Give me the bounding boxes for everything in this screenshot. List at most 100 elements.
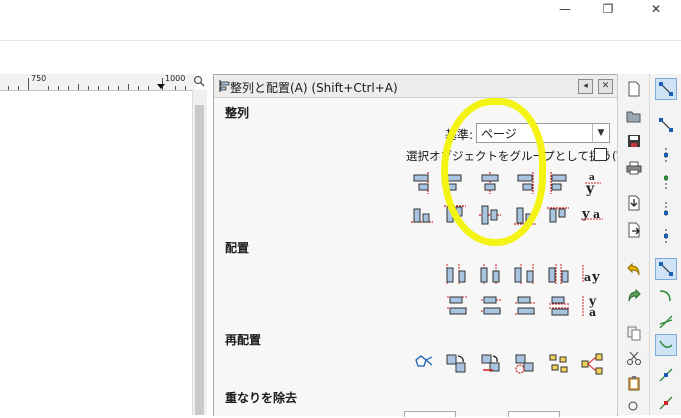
distribute-baselines-horizontal-button[interactable]: ay (579, 261, 605, 287)
overlap-gap-field-edge-2[interactable] (508, 411, 560, 417)
copy-button[interactable] (623, 322, 645, 344)
dialog-close-button[interactable]: ✕ (598, 79, 613, 94)
snap-nodes-icon (659, 262, 673, 276)
snap-bbox-edges-button[interactable] (655, 144, 677, 166)
svg-text:a: a (593, 208, 600, 221)
distribute-centers-vertical-button[interactable] (478, 293, 504, 319)
align-left-edge-to-right-button[interactable] (545, 170, 571, 196)
import-button[interactable] (623, 192, 645, 214)
chevron-down-icon: ▼ (592, 124, 609, 142)
zoom-icon[interactable] (192, 74, 206, 88)
section-remove-overlap: 重なりを除去 (225, 391, 298, 405)
redo-button[interactable] (623, 284, 645, 306)
align-right-edges-button[interactable] (512, 170, 538, 196)
align-top-edges-button[interactable] (442, 202, 468, 228)
ruler-position-marker (157, 84, 165, 89)
cut-button[interactable] (623, 347, 645, 369)
distribute-gaps-horizontal-button[interactable] (546, 261, 572, 287)
open-button[interactable] (623, 105, 645, 127)
align-left-edges-button[interactable] (442, 170, 468, 196)
paste-button[interactable] (623, 372, 645, 394)
snap-intersections-button[interactable] (655, 311, 677, 333)
snap-intersection-icon (659, 315, 673, 329)
distribute-top-edges-button[interactable] (444, 293, 470, 319)
snap-bbox-centers-button[interactable] (655, 225, 677, 247)
new-document-button[interactable] (623, 78, 645, 100)
treat-as-group-checkbox[interactable] (594, 148, 607, 161)
drawing-canvas[interactable] (0, 74, 190, 415)
align-right-edge-to-left-button[interactable] (409, 170, 435, 196)
arrow-left-icon: ◂ (583, 81, 588, 91)
exchange-clockwise-icon (515, 354, 534, 374)
center-vertical-icon (479, 205, 501, 225)
align-bottom-edges-button[interactable] (512, 202, 538, 228)
section-distribute: 配置 (225, 241, 250, 255)
center-horizontal-axis-button[interactable] (477, 202, 503, 228)
snap-centers-icon (664, 229, 668, 243)
folder-open-icon (626, 111, 641, 123)
distribute-gaps-vertical-button[interactable] (546, 293, 572, 319)
exchange-z-order-button[interactable] (478, 351, 504, 377)
relative-to-label: 基準: (445, 128, 474, 142)
redo-icon (628, 288, 641, 302)
align-top-to-bottom-icon (547, 207, 569, 223)
randomize-positions-button[interactable] (546, 351, 572, 377)
copy-icon (627, 326, 641, 341)
minimize-button[interactable]: — (545, 0, 585, 18)
distribute-baselines-vertical-button[interactable]: ya (579, 293, 605, 319)
snap-paths-button[interactable] (655, 284, 677, 306)
dialog-header: 整列と配置(A) (Shift+Ctrl+A) ◂ ✕ (214, 75, 617, 98)
restore-icon: ❐ (602, 2, 614, 16)
relative-to-select[interactable]: ページ ▼ (476, 123, 610, 143)
distribute-top-icon (447, 296, 467, 315)
distribute-left-edges-button[interactable] (444, 261, 470, 287)
snap-bbox-midpoints-button[interactable] (655, 198, 677, 220)
print-button[interactable] (623, 157, 645, 179)
distribute-right-edges-button[interactable] (512, 261, 538, 287)
graph-layout-button[interactable] (410, 351, 436, 377)
snap-edges-icon (664, 148, 668, 162)
unclump-button[interactable] (579, 351, 605, 377)
clipboard-icon (628, 376, 640, 391)
align-bottom-to-top-button[interactable] (409, 202, 435, 228)
commands-toolbar (617, 74, 650, 415)
save-icon (628, 135, 640, 147)
import-icon (628, 195, 640, 211)
snap-smooth-nodes-button[interactable] (655, 364, 677, 386)
snap-magnet-icon (659, 82, 673, 96)
snap-line-midpoints-button[interactable] (655, 392, 677, 414)
snap-nodes-button[interactable] (655, 258, 677, 280)
exchange-zorder-icon (481, 354, 500, 372)
dialog-iconify-button[interactable]: ◂ (578, 79, 593, 94)
distribute-gap-h-icon (548, 264, 569, 284)
align-baseline-anchors-button[interactable]: ay (579, 170, 605, 196)
snap-bbox-button[interactable] (655, 114, 677, 136)
distribute-centers-horizontal-button[interactable] (478, 261, 504, 287)
save-button[interactable] (623, 130, 645, 152)
restore-button[interactable]: ❐ (588, 0, 628, 18)
close-button[interactable]: ✕ (636, 0, 676, 18)
canvas-vertical-scrollbar[interactable] (192, 90, 207, 415)
distribute-center-h-icon (480, 264, 500, 284)
scrollbar-thumb[interactable] (195, 105, 204, 415)
snap-toggle-button[interactable] (655, 78, 677, 100)
snap-path-icon (659, 290, 671, 302)
align-distribute-dialog: 整列と配置(A) (Shift+Ctrl+A) ◂ ✕ 整列 基準: ページ ▼… (213, 74, 632, 417)
printer-icon (626, 161, 642, 175)
exchange-clockwise-button[interactable] (512, 351, 538, 377)
align-baseline-horizontal-button[interactable]: ya (579, 202, 605, 228)
graph-network-icon (415, 355, 433, 367)
align-top-to-bottom-button[interactable] (545, 202, 571, 228)
align-left-icon (445, 172, 462, 194)
distribute-bottom-edges-button[interactable] (512, 293, 538, 319)
unclump-icon (581, 353, 603, 375)
snap-cusp-nodes-button[interactable] (655, 334, 677, 356)
snap-midpoints-icon (664, 202, 668, 216)
undo-button[interactable] (623, 258, 645, 280)
close-icon: ✕ (601, 81, 610, 91)
center-vertical-axis-button[interactable] (477, 170, 503, 196)
export-button[interactable] (623, 219, 645, 241)
overlap-gap-field-edge[interactable] (404, 411, 456, 417)
exchange-positions-button[interactable] (444, 351, 470, 377)
snap-bbox-corners-button[interactable] (655, 171, 677, 193)
